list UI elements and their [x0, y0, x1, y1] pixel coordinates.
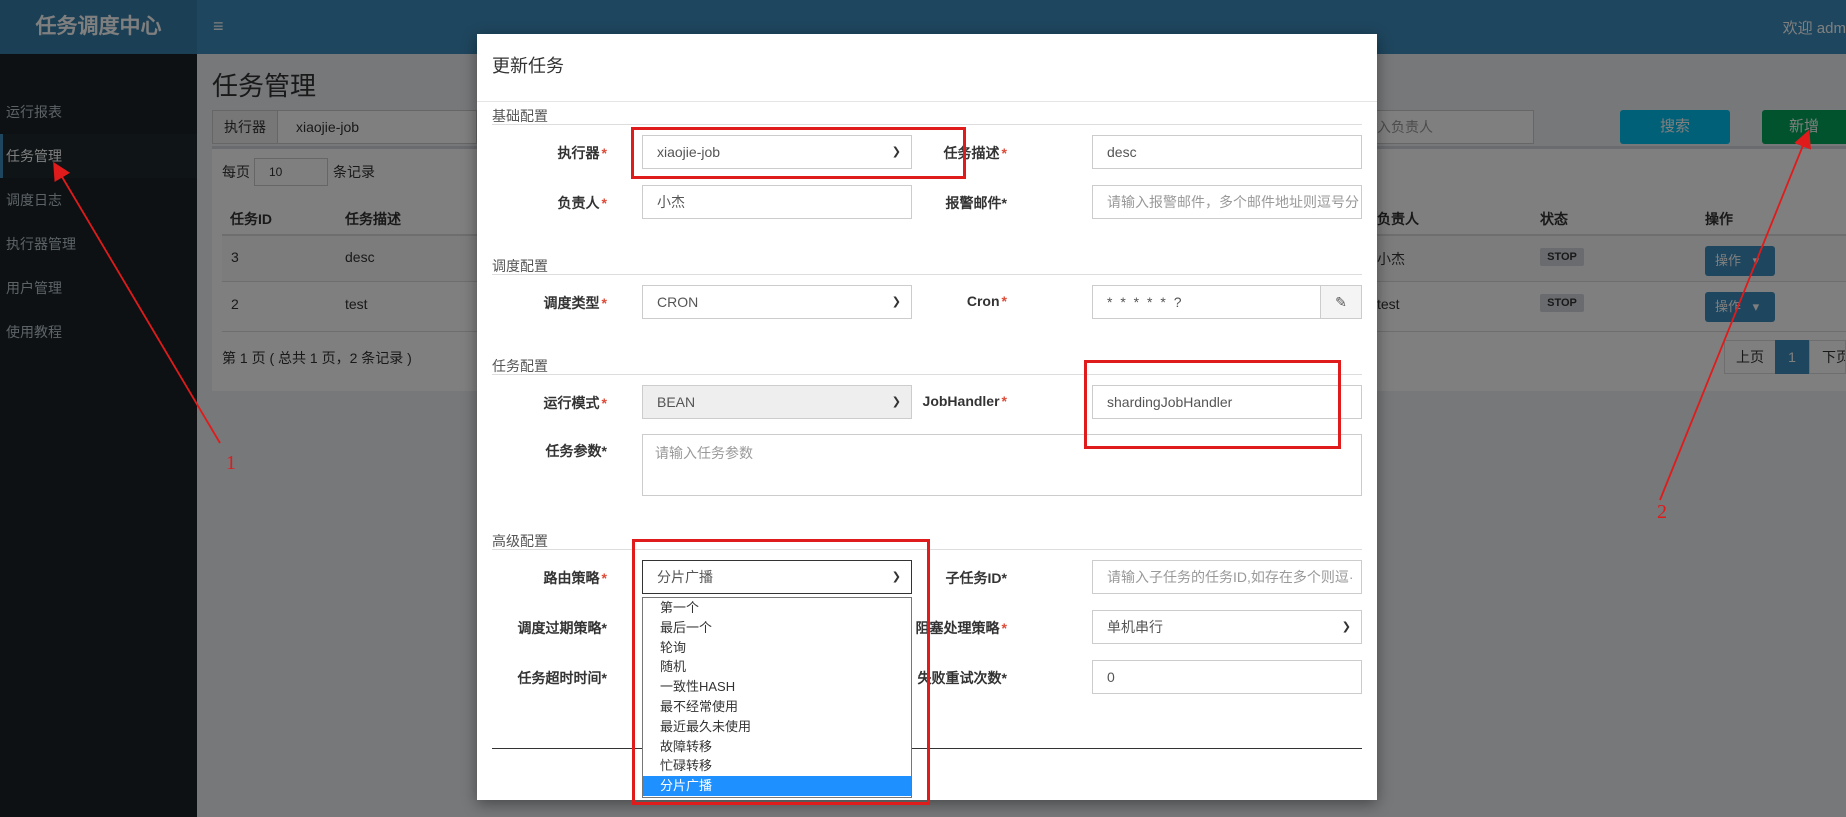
arrow-2 [1659, 129, 1811, 501]
arrow-1 [53, 161, 221, 444]
annotation-label-1: 1 [226, 452, 236, 474]
annotation-label-2: 2 [1657, 501, 1667, 523]
annotation-arrows [53, 129, 1811, 501]
